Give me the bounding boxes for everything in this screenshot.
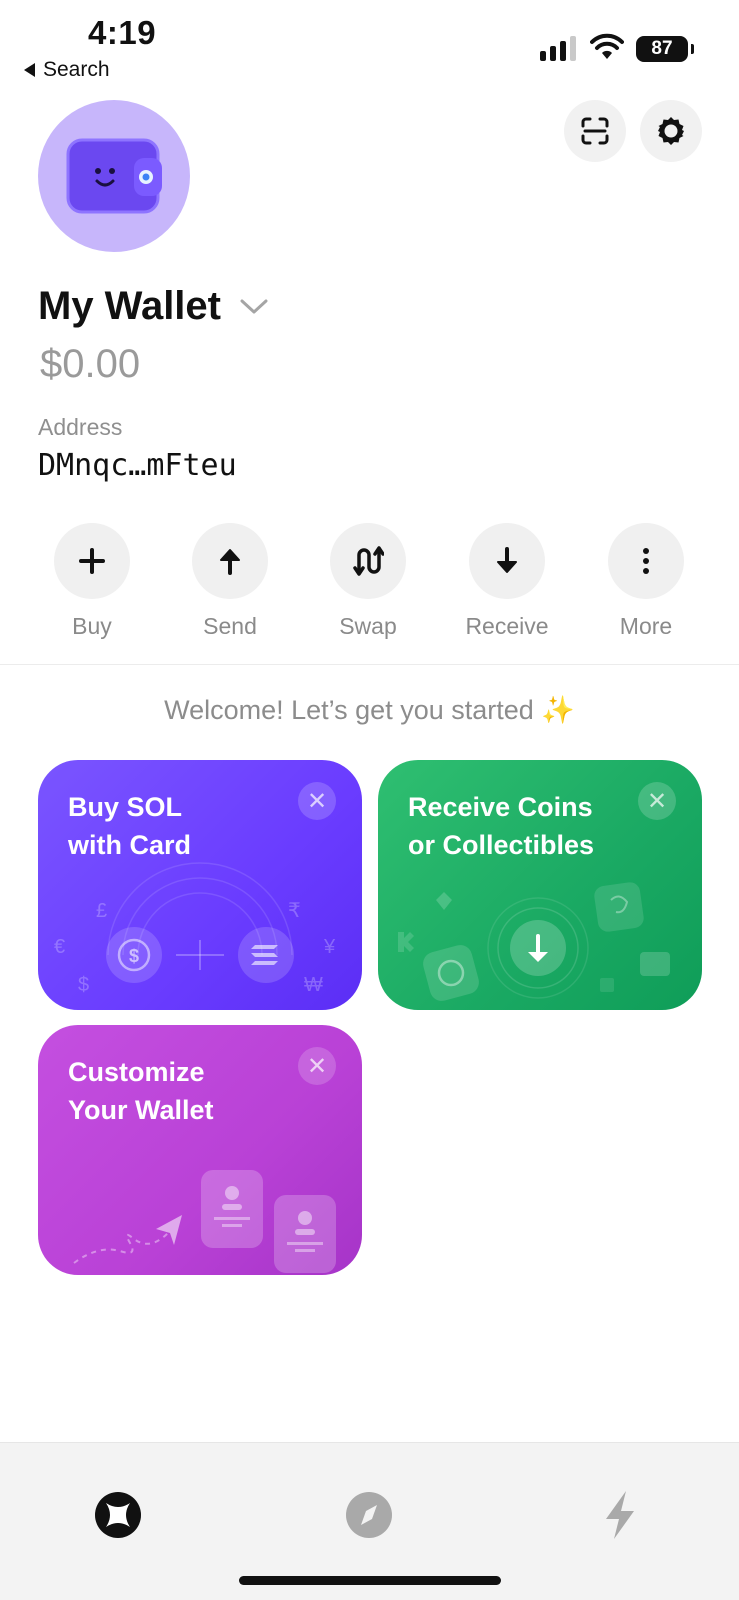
wallet-address[interactable]: DMnqc…mFteu	[38, 448, 237, 483]
status-bar: 4:19 Search 87	[0, 0, 739, 90]
section-divider	[0, 664, 739, 665]
close-icon[interactable]: ✕	[638, 782, 676, 820]
pound-symbol: £	[96, 900, 107, 922]
lightning-icon	[606, 1491, 634, 1539]
home-indicator	[239, 1576, 501, 1585]
buy-sol-card[interactable]: $ £ ₹ € ¥ $ ₩ Buy SOL with Card ✕	[38, 760, 362, 1010]
wallet-name: My Wallet	[38, 284, 221, 328]
buy-label: Buy	[72, 613, 112, 639]
receive-button[interactable]: Receive	[452, 523, 562, 640]
buy-sol-card-title: Buy SOL with Card	[68, 792, 192, 860]
yen-symbol: ¥	[323, 936, 336, 958]
back-link-label: Search	[43, 58, 110, 81]
wallet-avatar[interactable]	[38, 100, 190, 252]
receive-label: Receive	[465, 613, 549, 639]
swap-label: Swap	[339, 613, 397, 639]
welcome-text: Welcome! Let’s get you started	[164, 695, 534, 725]
battery-indicator: 87	[636, 36, 694, 62]
wallet-home-icon	[95, 1492, 141, 1538]
vertical-dots-icon	[643, 548, 649, 574]
wallet-selector[interactable]: My Wallet	[38, 284, 269, 329]
chevron-down-icon	[240, 299, 268, 313]
receive-card-title: Receive Coins or Collectibles	[408, 792, 595, 860]
welcome-message: Welcome! Let’s get you started ✨	[0, 694, 739, 726]
close-icon[interactable]: ✕	[298, 782, 336, 820]
tab-activity[interactable]	[592, 1487, 648, 1543]
status-time: 4:19	[88, 14, 157, 51]
compass-icon	[346, 1492, 392, 1538]
wifi-icon	[590, 33, 624, 59]
tab-explore[interactable]	[341, 1487, 397, 1543]
swap-button[interactable]: Swap	[313, 523, 423, 640]
buy-button[interactable]: Buy	[37, 523, 147, 640]
wallet-mascot-icon	[66, 138, 162, 214]
plus-icon	[79, 548, 105, 574]
arrow-up-icon	[220, 549, 240, 575]
scan-icon	[581, 117, 609, 145]
won-symbol: ₩	[304, 974, 323, 996]
cellular-signal-icon	[540, 36, 576, 61]
send-label: Send	[203, 613, 257, 639]
swap-icon	[353, 546, 384, 576]
back-triangle-icon	[24, 63, 35, 77]
dollar-symbol: $	[78, 974, 89, 996]
customize-card-title: Customize Your Wallet	[68, 1057, 214, 1125]
tab-home[interactable]	[90, 1487, 146, 1543]
more-label: More	[619, 613, 673, 639]
rupee-symbol: ₹	[288, 900, 301, 922]
euro-symbol: €	[54, 936, 65, 958]
send-button[interactable]: Send	[175, 523, 285, 640]
svg-text:$: $	[129, 946, 139, 966]
back-to-search-link[interactable]: Search	[24, 58, 110, 82]
scan-qr-button[interactable]	[564, 100, 626, 162]
close-icon[interactable]: ✕	[298, 1047, 336, 1085]
customize-wallet-card[interactable]: Customize Your Wallet ✕	[38, 1025, 362, 1275]
more-button[interactable]: More	[591, 523, 701, 640]
wallet-balance: $0.00	[40, 342, 141, 386]
settings-button[interactable]	[640, 100, 702, 162]
gear-icon	[658, 117, 684, 145]
address-label: Address	[38, 414, 123, 440]
arrow-down-icon	[497, 547, 517, 573]
receive-coins-card[interactable]: Receive Coins or Collectibles ✕	[378, 760, 702, 1010]
sparkles-emoji: ✨	[541, 695, 575, 725]
